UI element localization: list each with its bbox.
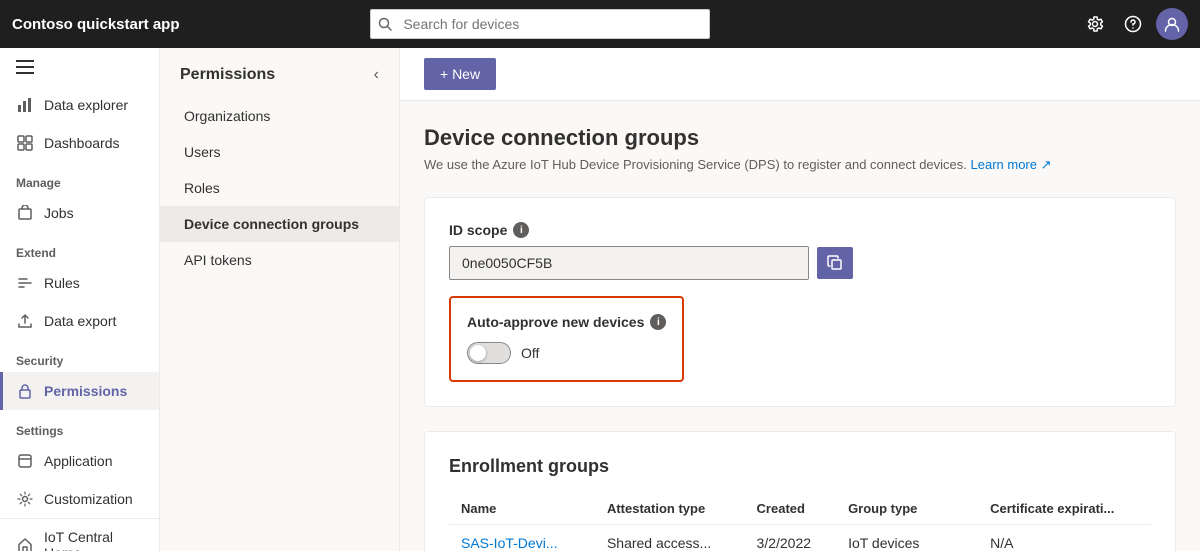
page-title: Device connection groups [424,125,1176,151]
search-container [370,9,710,39]
content-body: Device connection groups We use the Azur… [400,101,1200,551]
secondary-nav-users[interactable]: Users [160,134,399,170]
col-header-group-type: Group type [836,493,978,525]
main-content: + New Device connection groups We use th… [400,48,1200,551]
sidebar-item-data-explorer[interactable]: Data explorer [0,86,159,124]
auto-approve-label: Auto-approve new devices i [467,314,666,330]
row-name-0: SAS-IoT-Devi... [449,525,595,551]
search-icon [378,17,392,31]
security-section-label: Security [0,340,159,372]
new-button[interactable]: + New [424,58,496,90]
permissions-icon [16,382,34,400]
toggle-row: Off [467,342,666,364]
row-attestation-0: Shared access... [595,525,745,551]
row-created-0: 3/2/2022 [745,525,837,551]
id-scope-label: ID scope i [449,222,1151,238]
id-scope-info-icon[interactable]: i [513,222,529,238]
sidebar-item-permissions[interactable]: Permissions [0,372,159,410]
sidebar-item-application[interactable]: Application [0,442,159,480]
sidebar-item-label: IoT Central Home [44,529,143,551]
search-input[interactable] [370,9,710,39]
col-header-name: Name [449,493,595,525]
app-title: Contoso quickstart app [12,16,180,33]
sidebar-item-customization[interactable]: Customization [0,480,159,518]
auto-approve-toggle[interactable] [467,342,511,364]
sidebar-item-label: Dashboards [44,135,120,151]
page-subtitle: We use the Azure IoT Hub Device Provisio… [424,157,1176,173]
enrollment-groups-card: Enrollment groups Name Attestation type … [424,431,1176,551]
secondary-nav: Permissions ‹ Organizations Users Roles … [160,48,400,551]
settings-section-label: Settings [0,410,159,442]
sidebar-item-jobs[interactable]: Jobs [0,194,159,232]
auto-approve-box: Auto-approve new devices i Off [449,296,684,382]
sidebar-item-iot-central-home[interactable]: IoT Central Home [0,519,159,551]
table-body: SAS-IoT-Devi... Shared access... 3/2/202… [449,525,1151,551]
toggle-slider [467,342,511,364]
secondary-nav-header: Permissions ‹ [160,48,399,98]
home-icon [16,536,34,551]
customization-icon [16,490,34,508]
sidebar: Data explorer Dashboards Manage Jobs Ext… [0,48,160,551]
extend-section-label: Extend [0,232,159,264]
sidebar-bottom: IoT Central Home [0,518,159,551]
sidebar-item-rules[interactable]: Rules [0,264,159,302]
sidebar-item-label: Data export [44,313,116,329]
application-icon [16,452,34,470]
sidebar-item-label: Permissions [44,383,127,399]
sidebar-item-label: Data explorer [44,97,128,113]
table-row: SAS-IoT-Devi... Shared access... 3/2/202… [449,525,1151,551]
device-group-link-0[interactable]: SAS-IoT-Devi... [461,535,557,551]
learn-more-link[interactable]: Learn more ↗ [971,157,1052,172]
col-header-attestation: Attestation type [595,493,745,525]
auto-approve-info-icon[interactable]: i [650,314,666,330]
secondary-nav-collapse-button[interactable]: ‹ [370,62,383,88]
enrollment-table: Name Attestation type Created Group type… [449,493,1151,551]
col-header-cert-expiration: Certificate expirati... [978,493,1151,525]
manage-section-label: Manage [0,162,159,194]
settings-button[interactable] [1080,9,1110,39]
enrollment-groups-title: Enrollment groups [449,456,1151,477]
chart-icon [16,96,34,114]
sidebar-item-label: Customization [44,491,133,507]
id-scope-input[interactable] [449,246,809,280]
secondary-nav-roles[interactable]: Roles [160,170,399,206]
topbar: Contoso quickstart app [0,0,1200,48]
secondary-nav-api-tokens[interactable]: API tokens [160,242,399,278]
content-toolbar: + New [400,48,1200,101]
secondary-nav-device-connection-groups[interactable]: Device connection groups [160,206,399,242]
sidebar-item-label: Rules [44,275,80,291]
row-group-type-0: IoT devices [836,525,978,551]
copy-button[interactable] [817,247,853,279]
id-scope-card: ID scope i Auto-approve new devices i [424,197,1176,407]
export-icon [16,312,34,330]
sidebar-item-data-export[interactable]: Data export [0,302,159,340]
auto-approve-state-label: Off [521,345,539,361]
row-cert-0: N/A [978,525,1151,551]
help-button[interactable] [1118,9,1148,39]
table-header: Name Attestation type Created Group type… [449,493,1151,525]
sidebar-item-label: Application [44,453,113,469]
jobs-icon [16,204,34,222]
dashboard-icon [16,134,34,152]
rules-icon [16,274,34,292]
sidebar-item-label: Jobs [44,205,74,221]
col-header-created: Created [745,493,837,525]
user-avatar-button[interactable] [1156,8,1188,40]
sidebar-item-dashboards[interactable]: Dashboards [0,124,159,162]
secondary-nav-organizations[interactable]: Organizations [160,98,399,134]
id-scope-row [449,246,1151,280]
hamburger-button[interactable] [0,48,159,86]
external-link-icon: ↗ [1041,157,1052,172]
secondary-nav-title: Permissions [180,66,275,84]
topbar-icons [1080,8,1188,40]
